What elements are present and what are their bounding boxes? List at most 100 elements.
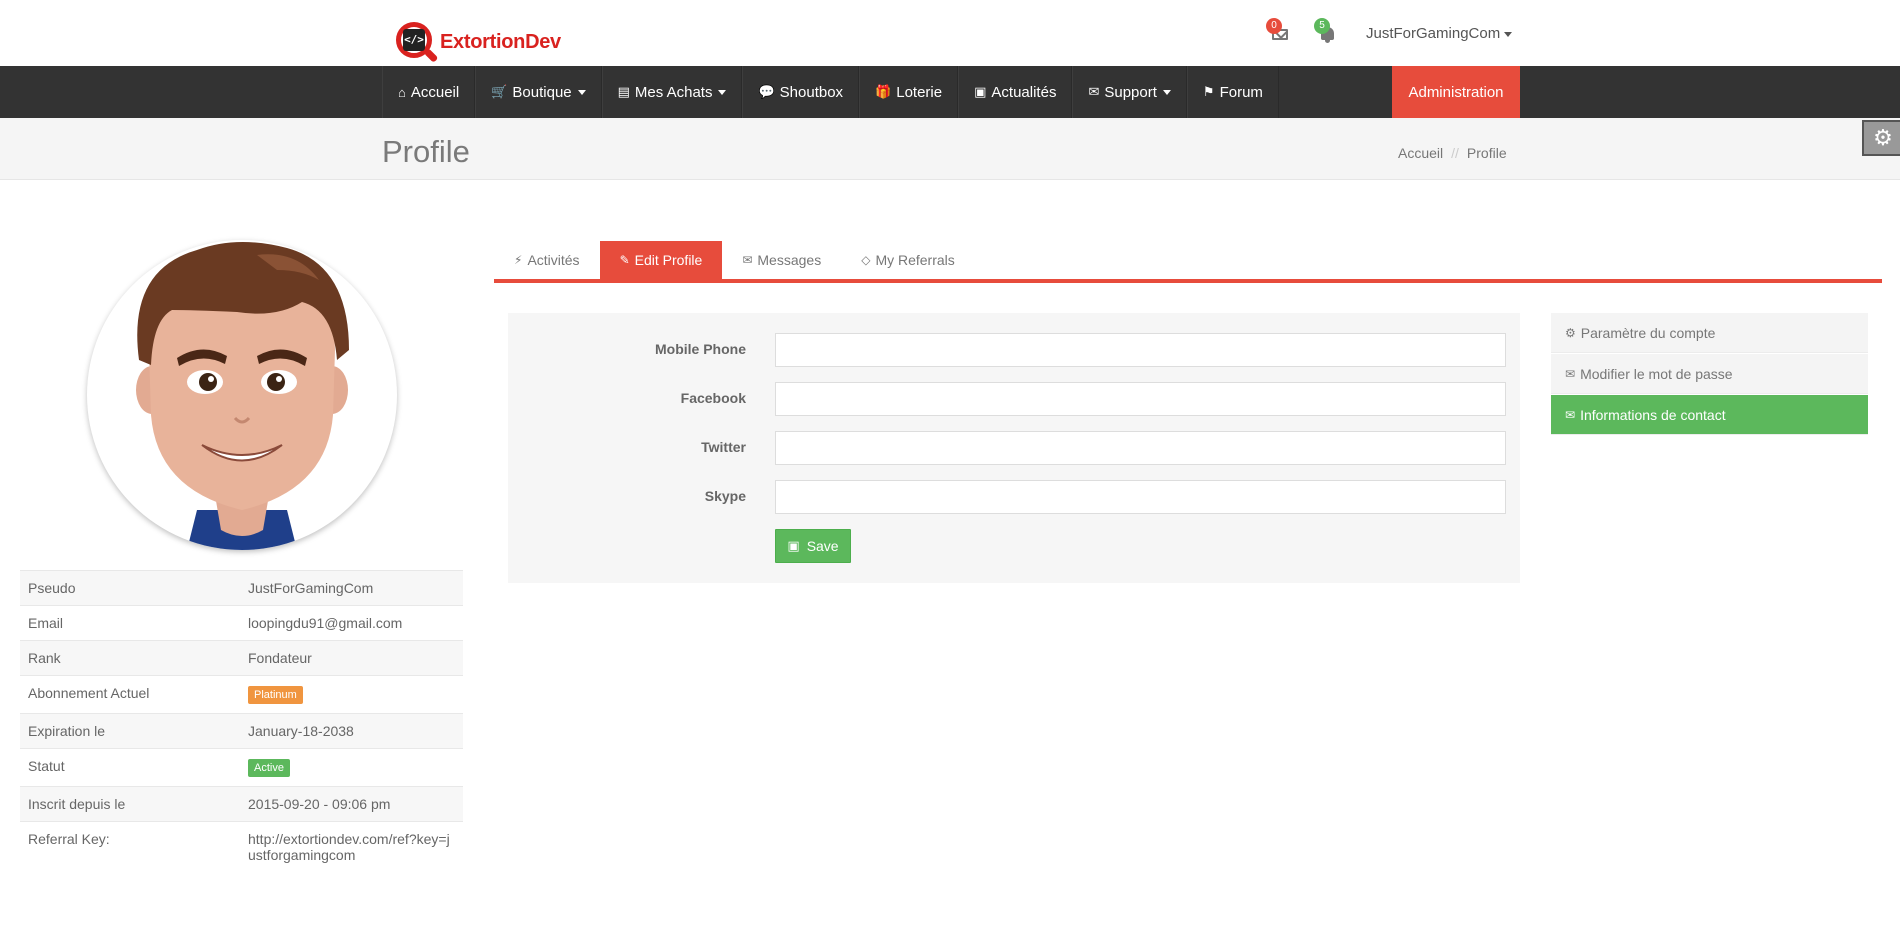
page-header: Profile Accueil // Profile: [0, 118, 1900, 180]
nav-item-label: Shoutbox: [779, 83, 844, 101]
breadcrumb-home[interactable]: Accueil: [1398, 145, 1443, 161]
floppy-disk-icon: ▣: [787, 538, 800, 553]
row-value: loopingdu91@gmail.com: [248, 615, 403, 631]
tab-my-referrals[interactable]: ◇ My Referrals: [841, 241, 975, 279]
tab-messages[interactable]: ✉ Messages: [722, 241, 841, 279]
row-key: Abonnement Actuel: [28, 685, 150, 701]
gift-icon: 🎁: [875, 84, 892, 99]
table-row: Abonnement Actuel Platinum: [20, 675, 463, 714]
nav-item-support[interactable]: ✉ Support: [1072, 66, 1187, 118]
nav-item-label: Accueil: [410, 83, 460, 101]
nav-item-label: Actualités: [991, 83, 1057, 101]
save-label: Save: [806, 538, 839, 554]
twitter-input[interactable]: [775, 431, 1506, 465]
envelope-icon: ✉: [1565, 366, 1576, 381]
row-value: http://extortiondev.com/ref?key=justforg…: [248, 831, 450, 863]
brand-name: ExtortionDev: [440, 30, 561, 53]
tab-label: Edit Profile: [634, 252, 703, 268]
username-label: JustForGamingCom: [1366, 25, 1501, 42]
side-menu-item[interactable]: ✉ Informations de contact: [1551, 395, 1868, 435]
nav-item-accueil[interactable]: ⌂ Accueil: [382, 66, 476, 118]
row-key: Pseudo: [28, 580, 76, 596]
nav-menu: ⌂ Accueil 🛒 Boutique ▤ Mes Achats 💬 Shoutbox 🎁 Lo…: [382, 66, 1279, 118]
cogs-icon: ⚙: [1565, 325, 1576, 340]
user-dropdown[interactable]: JustForGamingCom: [1366, 25, 1513, 42]
diamond-icon: ◇: [861, 253, 871, 267]
nav-item-label: Support: [1104, 83, 1157, 101]
nav-item-label: Forum: [1219, 83, 1263, 101]
mobile-phone-input[interactable]: [775, 333, 1506, 367]
row-value: 2015-09-20 - 09:06 pm: [248, 796, 391, 812]
status-badge: Platinum: [248, 686, 303, 704]
envelope-icon: ✉: [1565, 407, 1576, 422]
tab-label: Activités: [527, 252, 580, 268]
account-side-menu: ⚙ Paramètre du compte ✉ Modifier le mot de …: [1551, 313, 1868, 436]
side-menu-item[interactable]: ⚙ Paramètre du compte: [1551, 313, 1868, 353]
field-label: Facebook: [680, 390, 746, 406]
page-title: Profile: [382, 134, 470, 169]
status-badge: Active: [248, 759, 290, 777]
settings-gear-icon[interactable]: ⚙: [1862, 120, 1900, 156]
avatar: [87, 240, 397, 550]
nav-item-forum[interactable]: ⚑ Forum: [1186, 66, 1279, 118]
alerts-notification[interactable]: 5: [1314, 18, 1340, 44]
edit-icon: ✎: [619, 253, 630, 267]
profile-info-table: Pseudo JustForGamingCom Email loopingdu91@g…: [20, 570, 463, 872]
envelope-icon: ✉: [742, 253, 753, 267]
table-row: Pseudo JustForGamingCom: [20, 570, 463, 606]
facebook-input[interactable]: [775, 382, 1506, 416]
table-row: Referral Key: http://extortiondev.com/ref…: [20, 821, 463, 873]
nav-item-loterie[interactable]: 🎁 Loterie: [859, 66, 959, 118]
field-label: Twitter: [701, 439, 746, 455]
tab-label: Messages: [757, 252, 822, 268]
nav-item-mes-achats[interactable]: ▤ Mes Achats: [601, 66, 743, 118]
row-key: Email: [28, 615, 64, 631]
row-key: Referral Key:: [28, 831, 110, 847]
side-menu-label: Informations de contact: [1580, 406, 1726, 423]
nav-item-actualit-s[interactable]: ▣ Actualités: [958, 66, 1073, 118]
row-key: Expiration le: [28, 723, 106, 739]
cart-icon: 🛒: [491, 84, 508, 99]
field-label: Skype: [704, 488, 746, 504]
tab-edit-profile[interactable]: ✎ Edit Profile: [599, 241, 723, 279]
skype-input[interactable]: [775, 480, 1506, 514]
comments-icon: 💬: [758, 84, 775, 99]
logo-magnifier-icon: </>: [396, 22, 439, 63]
image-icon: ▣: [974, 84, 987, 99]
row-key: Statut: [28, 758, 65, 774]
row-key: Inscrit depuis le: [28, 796, 126, 812]
nav-item-label: Mes Achats: [634, 83, 713, 101]
row-value: Fondateur: [248, 650, 312, 666]
row-value: Platinum: [240, 676, 463, 714]
row-value: Active: [240, 749, 463, 787]
breadcrumb-separator: //: [1451, 145, 1459, 161]
alerts-count-badge: 5: [1314, 18, 1330, 34]
row-value: JustForGamingCom: [248, 580, 374, 596]
site-logo[interactable]: </> ExtortionDev: [396, 20, 561, 64]
save-button[interactable]: ▣ Save: [775, 529, 851, 563]
form-row: Facebook: [508, 382, 1520, 416]
table-row: Expiration le January-18-2038: [20, 713, 463, 749]
nav-administration[interactable]: Administration: [1392, 66, 1520, 118]
table-row: Email loopingdu91@gmail.com: [20, 605, 463, 641]
chevron-down-icon: [718, 89, 727, 95]
tab-activit-s[interactable]: ⚡ Activités: [494, 241, 600, 279]
bolt-icon: ⚡: [514, 253, 523, 267]
flag-icon: ⚑: [1202, 84, 1215, 99]
tab-label: My Referrals: [875, 252, 955, 268]
nav-item-shoutbox[interactable]: 💬 Shoutbox: [742, 66, 860, 118]
nav-item-label: Boutique: [512, 83, 572, 101]
field-label: Mobile Phone: [655, 341, 746, 357]
book-icon: ▤: [617, 84, 630, 99]
chevron-down-icon: [1162, 89, 1171, 95]
nav-item-label: Loterie: [896, 83, 943, 101]
side-menu-label: Paramètre du compte: [1580, 324, 1716, 341]
messages-notification[interactable]: 0: [1266, 18, 1292, 44]
chevron-down-icon: [1504, 31, 1513, 37]
row-value: January-18-2038: [248, 723, 354, 739]
main-navbar: ⌂ Accueil 🛒 Boutique ▤ Mes Achats 💬 Shoutbox 🎁 Lo…: [0, 66, 1900, 118]
form-row: Mobile Phone: [508, 333, 1520, 367]
breadcrumb-current: Profile: [1466, 145, 1507, 161]
nav-item-boutique[interactable]: 🛒 Boutique: [475, 66, 602, 118]
side-menu-item[interactable]: ✉ Modifier le mot de passe: [1551, 354, 1868, 394]
